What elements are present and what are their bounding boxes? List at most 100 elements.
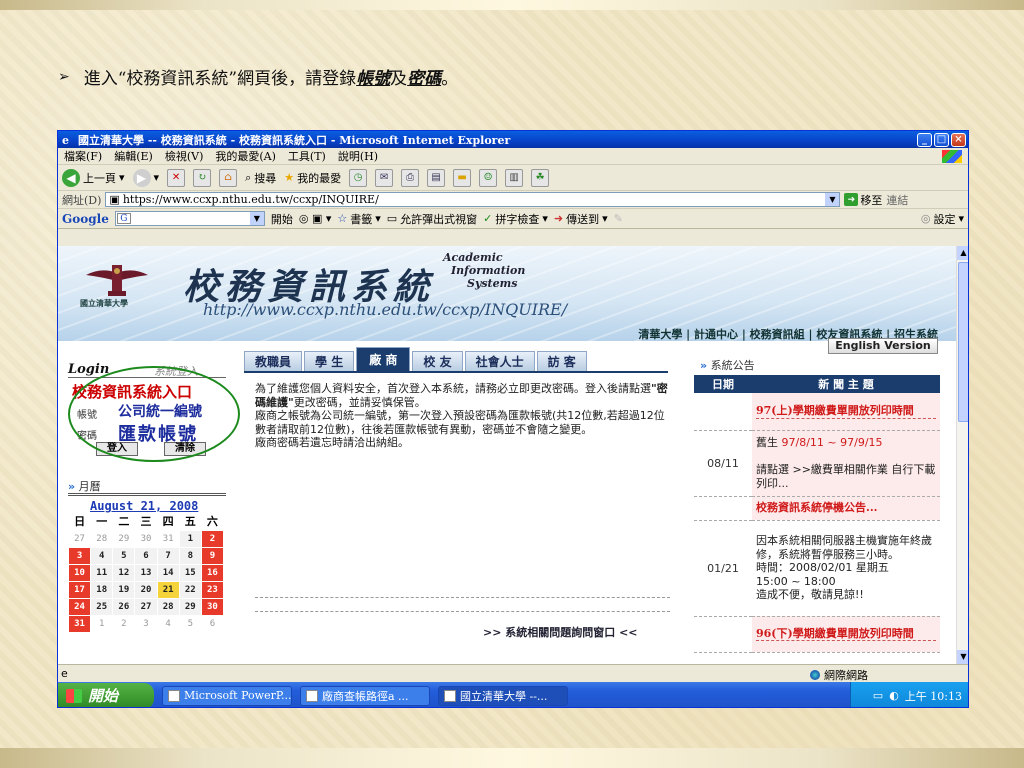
calendar-day[interactable]: 18 (90, 580, 114, 599)
scroll-down-icon[interactable]: ▼ (957, 650, 968, 664)
menu-edit[interactable]: 編輯(E) (114, 148, 153, 164)
calendar-day[interactable]: 4 (90, 546, 114, 565)
menu-favorites[interactable]: 我的最愛(A) (215, 148, 276, 164)
keyboard-icon[interactable]: ▭ (873, 689, 883, 702)
calendar-day[interactable]: 22 (178, 580, 202, 599)
mail-icon[interactable]: ✉ (375, 168, 394, 187)
calendar-day[interactable]: 17 (67, 580, 92, 599)
news-title-link[interactable]: 校務資訊系統停機公告... (756, 501, 878, 514)
settings-button[interactable]: ◎ 設定 ▾ (921, 211, 964, 227)
calendar-day[interactable]: 2 (200, 529, 225, 548)
task-document[interactable]: 廠商查帳路徑a ... (300, 685, 430, 706)
history-icon[interactable]: ◷ (349, 168, 368, 187)
refresh-icon[interactable]: ↻ (193, 168, 212, 187)
vertical-scrollbar[interactable]: ▲ ▼ (956, 246, 968, 664)
news-title-link[interactable]: 96(下)學期繳費單開放列印時間 (756, 627, 936, 642)
calendar-day: 1 (90, 614, 114, 633)
network-icon[interactable]: ◐ (889, 689, 899, 702)
maximize-button[interactable]: □ (934, 132, 949, 147)
address-bar: 網址(D) ▣ https://www.ccxp.nthu.edu.tw/ccx… (58, 191, 968, 209)
address-dropdown-icon[interactable]: ▼ (825, 193, 840, 206)
calendar-day[interactable]: 3 (67, 546, 92, 565)
window-titlebar[interactable]: e 國立清華大學 -- 校務資訊系統 - 校務資訊系統入口 - Microsof… (58, 131, 968, 148)
links-button[interactable]: 連結 (886, 192, 908, 208)
start-button[interactable]: 開始 (58, 682, 154, 707)
calendar-day[interactable]: 7 (156, 546, 180, 565)
calendar-day[interactable]: 24 (67, 597, 92, 616)
google-search-button[interactable]: 開始 (271, 211, 293, 227)
calendar-day[interactable]: 23 (200, 580, 225, 599)
calendar-day[interactable]: 6 (134, 546, 158, 565)
back-button[interactable]: ◀ 上一頁 ▾ (62, 168, 125, 187)
calendar-day[interactable]: 31 (67, 614, 92, 633)
calendar-day[interactable]: 13 (134, 563, 158, 582)
spellcheck-button[interactable]: ✓ 拼字檢查 ▾ (483, 211, 548, 227)
close-button[interactable]: × (951, 132, 966, 147)
calendar-day[interactable]: 8 (178, 546, 202, 565)
faq-link[interactable]: >> 系統相關問題詢問窗口 << (483, 624, 638, 640)
calendar-day[interactable]: 15 (178, 563, 202, 582)
search-button[interactable]: ⌕ 搜尋 (245, 170, 276, 186)
tab-vendor[interactable]: 廠 商 (356, 347, 411, 373)
bookmarks-button[interactable]: ☆ 書籤 ▾ (337, 211, 380, 227)
clock[interactable]: 上午 10:13 (905, 688, 962, 704)
calendar-day[interactable]: 11 (90, 563, 114, 582)
stop-icon[interactable]: ✕ (167, 168, 186, 187)
print-icon[interactable]: ⎙ (401, 168, 420, 187)
menu-file[interactable]: 檔案(F) (64, 148, 102, 164)
tab-student[interactable]: 學 生 (304, 351, 355, 371)
msn-icon[interactable]: ☘ (531, 168, 550, 187)
news-title-link[interactable]: 97(上)學期繳費單開放列印時間 (756, 404, 936, 419)
calendar-day[interactable]: 5 (112, 546, 136, 565)
tab-alumni[interactable]: 校 友 (412, 351, 463, 371)
calendar-day[interactable]: 9 (200, 546, 225, 565)
calendar-month[interactable]: August 21, 2008 (90, 499, 198, 513)
calendar-day[interactable]: 25 (90, 597, 114, 616)
english-version-button[interactable]: English Version (828, 338, 938, 354)
calendar-day[interactable]: 28 (156, 597, 180, 616)
star-icon: ★ (284, 171, 295, 184)
popup-blocker-button[interactable]: ▭ 允許彈出式視窗 (387, 211, 477, 227)
fee-link[interactable]: 請點選 >>繳費單相關作業 自行下載列印... (756, 463, 935, 490)
spellcheck-icon: ✓ (483, 212, 493, 225)
menu-help[interactable]: 說明(H) (338, 148, 378, 164)
tab-staff[interactable]: 教職員 (244, 351, 303, 371)
menu-tools[interactable]: 工具(T) (288, 148, 326, 164)
scroll-thumb[interactable] (958, 262, 968, 422)
task-browser[interactable]: 國立清華大學 --... (438, 685, 568, 706)
address-input[interactable]: ▣ https://www.ccxp.nthu.edu.tw/ccxp/INQU… (105, 192, 841, 207)
messenger-icon[interactable]: ☺ (479, 168, 498, 187)
calendar-day[interactable]: 20 (134, 580, 158, 599)
minimize-button[interactable]: _ (917, 132, 932, 147)
slide-top-band (0, 0, 1024, 10)
calendar-day[interactable]: 27 (134, 597, 158, 616)
calendar-day[interactable]: 10 (67, 563, 92, 582)
folder-icon[interactable]: ▬ (453, 168, 472, 187)
calendar-day-today[interactable]: 21 (156, 580, 180, 599)
edit-icon[interactable]: ▤ (427, 168, 446, 187)
highlighter-icon[interactable]: ✎ (614, 212, 623, 225)
go-button[interactable]: ➜ 移至 (844, 192, 882, 208)
favorites-button[interactable]: ★ 我的最愛 (284, 170, 341, 186)
google-icons[interactable]: ◎ ▣ ▾ (299, 212, 332, 225)
home-icon[interactable]: ⌂ (219, 168, 238, 187)
google-search-input[interactable]: G ▼ (114, 211, 265, 226)
task-powerpoint[interactable]: Microsoft PowerP... (162, 685, 292, 706)
calendar-day[interactable]: 12 (112, 563, 136, 582)
calendar-day[interactable]: 14 (156, 563, 180, 582)
calendar-day[interactable]: 30 (200, 597, 225, 616)
send-to-button[interactable]: ➜ 傳送到 ▾ (554, 211, 608, 227)
calendar-day[interactable]: 29 (178, 597, 202, 616)
calendar-day[interactable]: 1 (178, 529, 202, 548)
forward-button[interactable]: ▶ ▾ (132, 168, 159, 187)
tab-visitor[interactable]: 訪 客 (536, 351, 587, 371)
scroll-up-icon[interactable]: ▲ (957, 246, 968, 260)
calendar-day[interactable]: 16 (200, 563, 225, 582)
calendar-day[interactable]: 19 (112, 580, 136, 599)
university-name-small: 國立清華大學 (80, 298, 128, 308)
google-dropdown-icon[interactable]: ▼ (249, 212, 264, 225)
research-icon[interactable]: ▥ (505, 168, 524, 187)
tab-public[interactable]: 社會人士 (464, 351, 535, 371)
calendar-day[interactable]: 26 (112, 597, 136, 616)
menu-view[interactable]: 檢視(V) (165, 148, 204, 164)
